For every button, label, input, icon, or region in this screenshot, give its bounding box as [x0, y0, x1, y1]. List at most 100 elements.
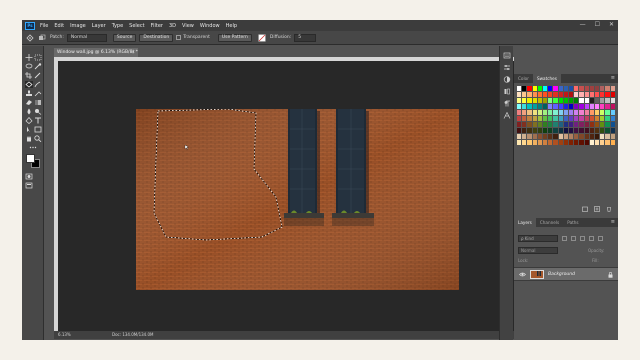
- color-swatch[interactable]: [563, 140, 569, 145]
- color-swatch[interactable]: [589, 128, 595, 133]
- color-swatch[interactable]: [595, 92, 600, 97]
- color-swatch[interactable]: [579, 110, 584, 115]
- color-swatch[interactable]: [543, 128, 548, 133]
- color-swatch[interactable]: [517, 86, 522, 91]
- color-swatch[interactable]: [553, 110, 558, 115]
- document-workspace[interactable]: [54, 57, 516, 331]
- type-filter-icon[interactable]: [580, 236, 585, 241]
- color-swatch[interactable]: [579, 116, 584, 121]
- color-swatch[interactable]: [589, 116, 595, 121]
- rectangle-tool-icon[interactable]: [34, 126, 42, 133]
- color-swatch[interactable]: [589, 98, 595, 103]
- color-swatch[interactable]: [517, 128, 522, 133]
- color-swatch[interactable]: [553, 122, 558, 127]
- color-swatch[interactable]: [589, 140, 595, 145]
- color-swatch[interactable]: [553, 116, 558, 121]
- color-swatch[interactable]: [595, 128, 600, 133]
- color-swatch[interactable]: [527, 140, 532, 145]
- color-swatch[interactable]: [574, 122, 579, 127]
- color-swatch[interactable]: [548, 86, 553, 91]
- move-tool-icon[interactable]: [25, 54, 33, 61]
- color-swatch[interactable]: [574, 128, 579, 133]
- color-swatch[interactable]: [574, 86, 579, 91]
- layer-row-background[interactable]: Background: [514, 267, 618, 281]
- color-swatch[interactable]: [563, 116, 569, 121]
- color-swatch[interactable]: [532, 86, 537, 91]
- color-swatch[interactable]: [543, 110, 548, 115]
- color-swatch[interactable]: [589, 92, 595, 97]
- color-swatch[interactable]: [537, 116, 543, 121]
- color-swatch[interactable]: [543, 104, 548, 109]
- visibility-eye-icon[interactable]: [519, 272, 526, 277]
- color-swatch[interactable]: [584, 128, 589, 133]
- color-swatch[interactable]: [548, 128, 553, 133]
- libraries-panel-icon[interactable]: [503, 88, 511, 95]
- color-swatch[interactable]: [558, 110, 563, 115]
- layer-name[interactable]: Background: [548, 268, 575, 281]
- image-canvas[interactable]: [136, 109, 459, 290]
- color-swatch[interactable]: [595, 86, 600, 91]
- color-swatch[interactable]: [610, 116, 615, 121]
- dodge-tool-icon[interactable]: [34, 108, 42, 115]
- color-swatch[interactable]: [553, 86, 558, 91]
- color-swatch[interactable]: [563, 122, 569, 127]
- color-swatch[interactable]: [574, 92, 579, 97]
- color-swatch[interactable]: [595, 98, 600, 103]
- color-swatch[interactable]: [527, 110, 532, 115]
- color-swatch[interactable]: [558, 92, 563, 97]
- color-swatch[interactable]: [584, 98, 589, 103]
- color-swatch[interactable]: [610, 128, 615, 133]
- color-swatch[interactable]: [563, 110, 569, 115]
- adjustments-panel-icon[interactable]: [503, 76, 511, 83]
- blur-tool-icon[interactable]: [25, 108, 33, 115]
- tab-layers[interactable]: Layers: [514, 218, 536, 227]
- color-swatch[interactable]: [558, 98, 563, 103]
- color-swatch[interactable]: [600, 104, 605, 109]
- patch-tool-icon[interactable]: [26, 33, 34, 42]
- color-swatch[interactable]: [584, 104, 589, 109]
- color-swatch[interactable]: [600, 110, 605, 115]
- color-swatch[interactable]: [527, 98, 532, 103]
- color-swatch[interactable]: [574, 110, 579, 115]
- layers-panel-menu-icon[interactable]: ≡: [611, 218, 615, 227]
- color-swatch[interactable]: [563, 104, 569, 109]
- color-swatch[interactable]: [548, 92, 553, 97]
- color-swatch[interactable]: [569, 104, 574, 109]
- color-swatch[interactable]: [610, 92, 615, 97]
- menu-file[interactable]: File: [40, 23, 48, 29]
- smart-object-filter-icon[interactable]: [598, 236, 603, 241]
- color-swatch[interactable]: [517, 98, 522, 103]
- color-swatch[interactable]: [600, 98, 605, 103]
- color-swatch[interactable]: [605, 140, 610, 145]
- color-swatch[interactable]: [553, 98, 558, 103]
- color-swatch[interactable]: [600, 128, 605, 133]
- color-swatch[interactable]: [522, 116, 527, 121]
- color-swatch[interactable]: [532, 92, 537, 97]
- color-swatch[interactable]: [610, 86, 615, 91]
- color-swatch[interactable]: [548, 98, 553, 103]
- hand-tool-icon[interactable]: [25, 135, 33, 142]
- color-swatch[interactable]: [569, 98, 574, 103]
- color-swatch[interactable]: [548, 116, 553, 121]
- color-swatch[interactable]: [553, 134, 558, 139]
- color-swatch[interactable]: [584, 122, 589, 127]
- color-swatch[interactable]: [579, 122, 584, 127]
- color-swatch[interactable]: [574, 134, 579, 139]
- color-swatch[interactable]: [610, 110, 615, 115]
- color-swatch[interactable]: [548, 122, 553, 127]
- color-swatch[interactable]: [558, 104, 563, 109]
- screen-mode-icon[interactable]: [25, 182, 33, 189]
- pattern-picker-icon[interactable]: [258, 33, 266, 42]
- color-swatch[interactable]: [595, 116, 600, 121]
- color-swatch[interactable]: [589, 86, 595, 91]
- color-swatch[interactable]: [569, 134, 574, 139]
- color-swatch[interactable]: [558, 116, 563, 121]
- color-swatch[interactable]: [522, 110, 527, 115]
- menu-edit[interactable]: Edit: [54, 23, 64, 29]
- quick-selection-tool-icon[interactable]: [34, 63, 42, 70]
- color-swatch[interactable]: [563, 98, 569, 103]
- color-swatch[interactable]: [610, 104, 615, 109]
- color-swatch[interactable]: [579, 98, 584, 103]
- color-swatch[interactable]: [522, 122, 527, 127]
- color-swatch[interactable]: [579, 86, 584, 91]
